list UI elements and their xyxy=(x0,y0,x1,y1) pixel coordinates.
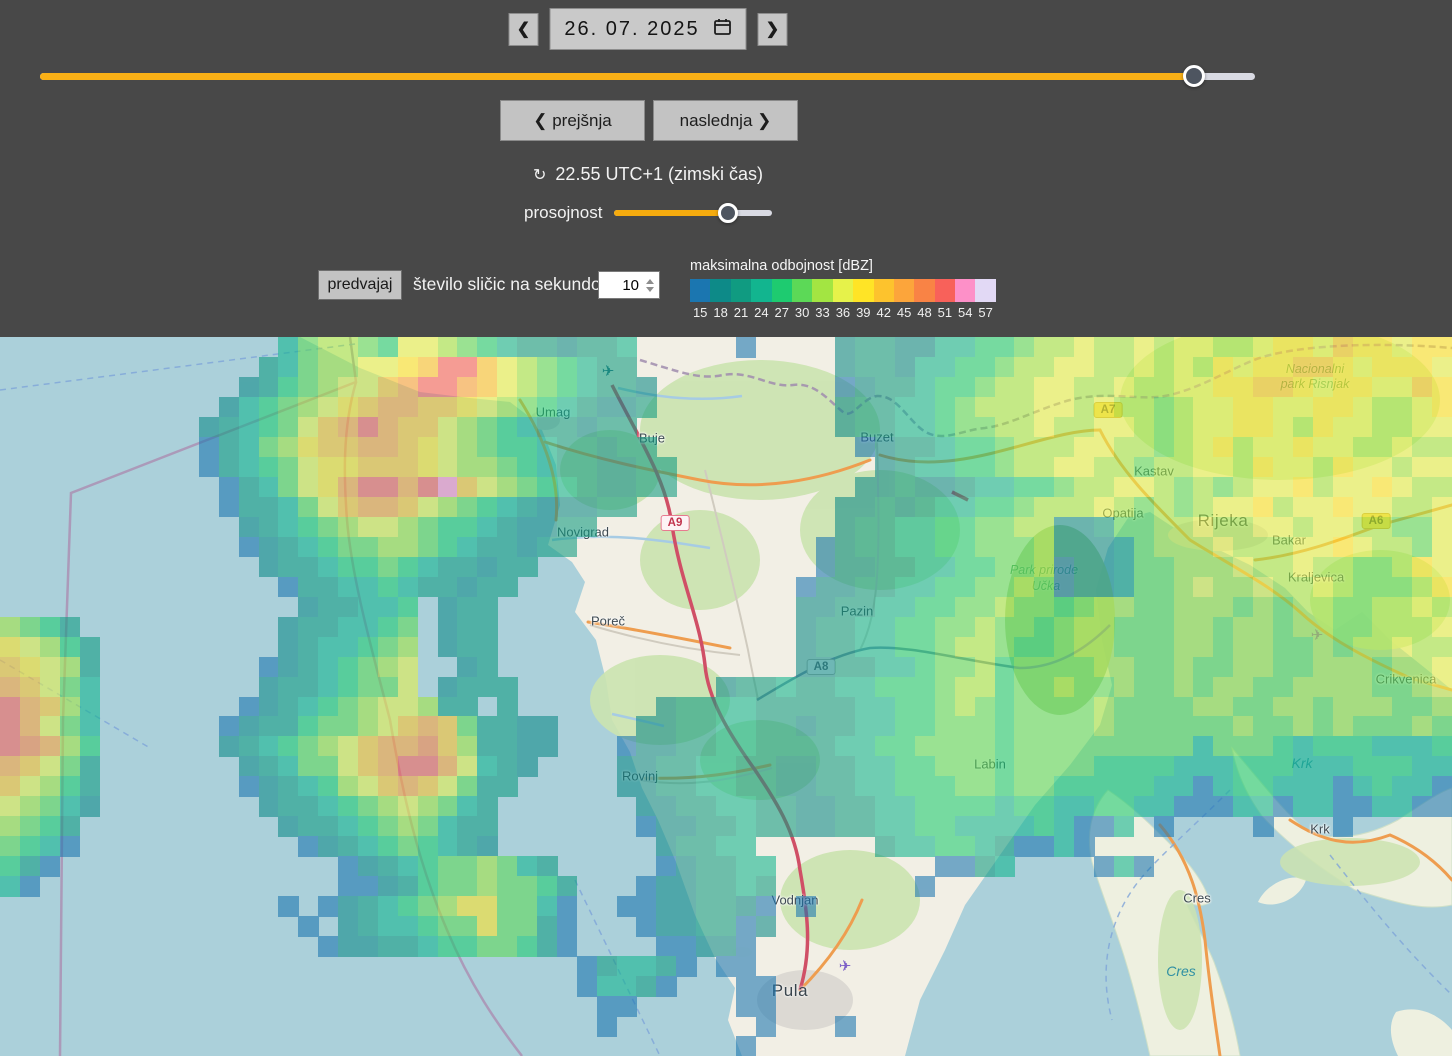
legend-tick: 30 xyxy=(792,305,812,320)
date-input[interactable]: 26. 07. 2025 xyxy=(550,8,747,50)
islet-brijuni xyxy=(732,947,752,957)
legend-tick: 24 xyxy=(751,305,771,320)
legend-swatch xyxy=(751,279,771,302)
opacity-slider[interactable] xyxy=(614,203,772,223)
legend-swatch xyxy=(731,279,751,302)
opacity-control: prosojnost xyxy=(524,203,772,223)
legend-swatch xyxy=(955,279,975,302)
radar-app: ❮ 26. 07. 2025 ❯ ❮ prejšnja naslednja ❯ … xyxy=(0,0,1452,1056)
legend-swatch xyxy=(853,279,873,302)
control-panel: ❮ 26. 07. 2025 ❯ ❮ prejšnja naslednja ❯ … xyxy=(0,0,1452,337)
calendar-icon[interactable] xyxy=(714,18,732,41)
legend-tick: 54 xyxy=(955,305,975,320)
legend-tick: 57 xyxy=(975,305,995,320)
spinner-down-icon[interactable] xyxy=(646,287,654,292)
legend-ticks: 151821242730333639424548515457 xyxy=(690,305,996,320)
legend-tick: 33 xyxy=(812,305,832,320)
spinner-up-icon[interactable] xyxy=(646,279,654,284)
legend-colorbar xyxy=(690,279,996,302)
legend-tick: 51 xyxy=(935,305,955,320)
opacity-handle[interactable] xyxy=(718,203,738,223)
fps-input[interactable] xyxy=(599,272,643,298)
legend-tick: 15 xyxy=(690,305,710,320)
legend-swatch xyxy=(772,279,792,302)
play-button[interactable]: predvajaj xyxy=(318,270,402,300)
legend-swatch xyxy=(874,279,894,302)
refresh-icon: ↻ xyxy=(533,165,546,185)
date-value: 26. 07. 2025 xyxy=(564,18,699,41)
legend-tick: 36 xyxy=(833,305,853,320)
legend-tick: 48 xyxy=(914,305,934,320)
timeline-handle[interactable] xyxy=(1183,65,1205,87)
map[interactable]: UmagBujeBuzetNovigradPorečPazinRovinjLab… xyxy=(0,337,1452,1056)
date-navigation: ❮ 26. 07. 2025 ❯ xyxy=(509,8,788,50)
frame-navigation: ❮ prejšnja naslednja ❯ xyxy=(500,100,798,141)
next-frame-button[interactable]: naslednja ❯ xyxy=(653,100,798,141)
legend-swatch xyxy=(894,279,914,302)
legend-swatch xyxy=(975,279,995,302)
legend-swatch xyxy=(935,279,955,302)
fps-label: število sličic na sekundo: xyxy=(413,274,606,295)
reflectivity-legend: maksimalna odbojnost [dBZ] 1518212427303… xyxy=(690,258,996,320)
timeline-fill xyxy=(40,73,1194,80)
fps-input-wrap xyxy=(598,271,660,299)
previous-frame-button[interactable]: ❮ prejšnja xyxy=(500,100,645,141)
timestamp-text: 22.55 UTC+1 (zimski čas) xyxy=(555,164,763,185)
legend-swatch xyxy=(792,279,812,302)
ucka-ridge xyxy=(1005,525,1115,715)
timeline-slider[interactable] xyxy=(40,68,1255,84)
legend-tick: 18 xyxy=(710,305,730,320)
legend-swatch xyxy=(812,279,832,302)
legend-title: maksimalna odbojnost [dBZ] xyxy=(690,258,996,274)
legend-swatch xyxy=(710,279,730,302)
base-map xyxy=(0,337,1452,1056)
next-day-button[interactable]: ❯ xyxy=(758,13,788,46)
legend-tick: 42 xyxy=(874,305,894,320)
legend-tick: 45 xyxy=(894,305,914,320)
legend-swatch xyxy=(914,279,934,302)
legend-tick: 21 xyxy=(731,305,751,320)
legend-tick: 39 xyxy=(853,305,873,320)
timestamp-row: ↻ 22.55 UTC+1 (zimski čas) xyxy=(533,164,763,185)
fps-spinner[interactable] xyxy=(643,274,657,296)
legend-tick: 27 xyxy=(772,305,792,320)
opacity-label: prosojnost xyxy=(524,203,602,223)
legend-swatch xyxy=(833,279,853,302)
previous-day-button[interactable]: ❮ xyxy=(509,13,539,46)
legend-swatch xyxy=(690,279,710,302)
krk-forest xyxy=(1280,838,1420,886)
cres-forest xyxy=(1158,890,1202,1030)
opacity-fill xyxy=(614,210,728,216)
